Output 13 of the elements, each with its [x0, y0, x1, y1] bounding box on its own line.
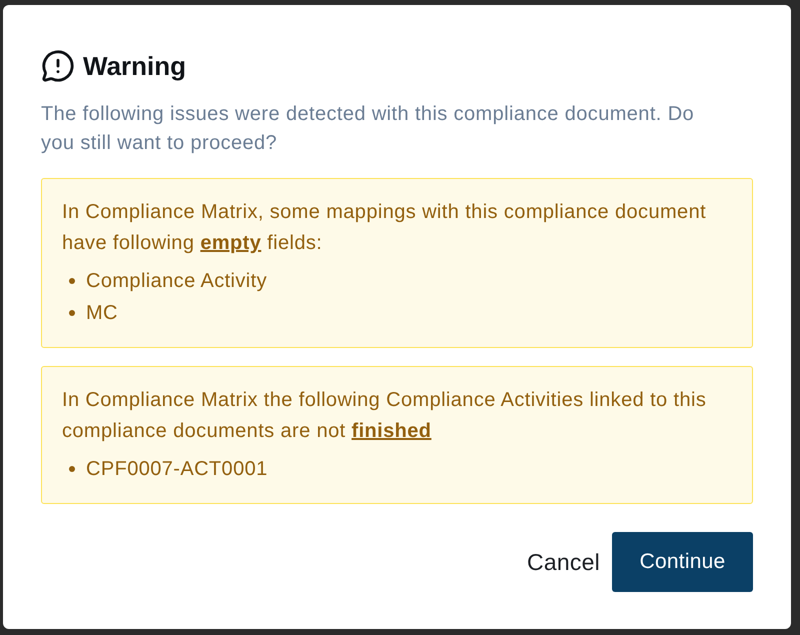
cancel-button[interactable]: Cancel: [527, 544, 600, 580]
bullet-icon: [69, 310, 75, 316]
alert-bubble-icon: [41, 49, 75, 83]
field-name: Compliance Activity: [86, 269, 267, 294]
continue-button[interactable]: Continue: [612, 532, 753, 592]
dialog-description: The following issues were detected with this compliance document. Do you still want to proceed?: [41, 102, 696, 156]
bullet-icon: [69, 466, 75, 472]
field-name: CPF0007-ACT0001: [86, 457, 268, 482]
field-name: MC: [86, 301, 118, 326]
dialog-title: Warning: [83, 50, 186, 82]
warning-message: In Compliance Matrix the following Compliance Activities linked to this compliance documents are not finished: [62, 388, 708, 444]
warning-message: In Compliance Matrix, some mappings with this compliance document have following empty fields:: [62, 200, 708, 256]
bullet-icon: [69, 278, 75, 284]
